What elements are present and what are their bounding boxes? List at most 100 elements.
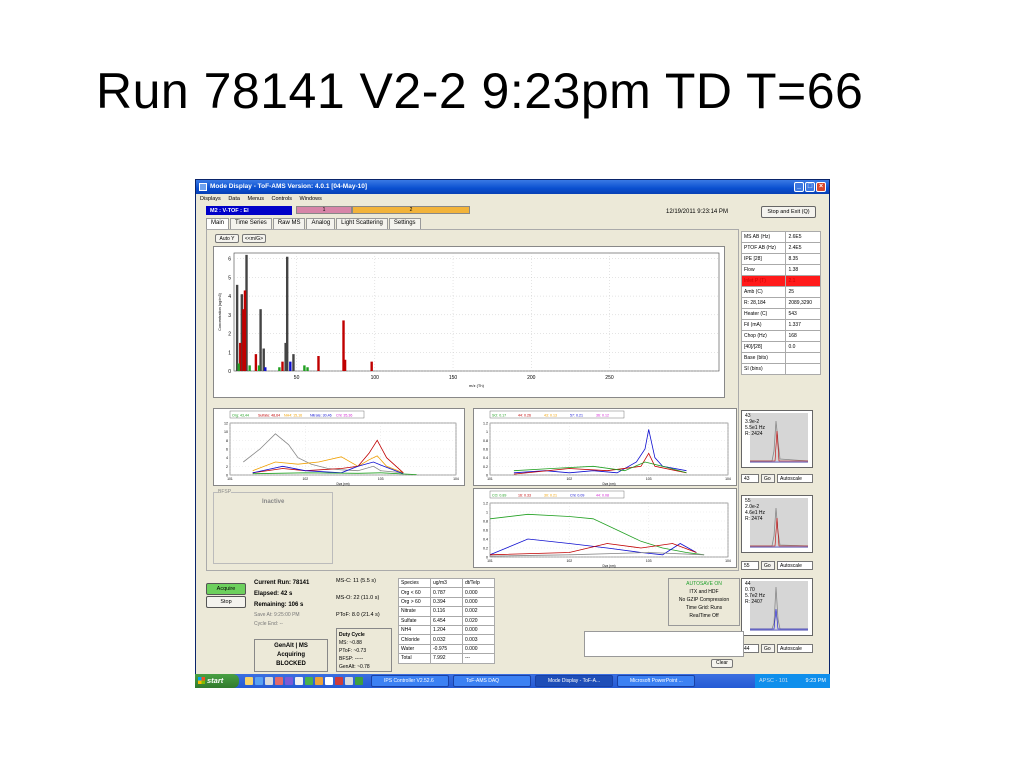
y-tick-label: 0.2 — [483, 465, 488, 469]
app-icon-9[interactable] — [355, 677, 363, 685]
taskbar-button-daq[interactable]: ToF-AMS DAQ — [453, 675, 531, 687]
y-tick-label: 8 — [226, 439, 228, 443]
app-icon-5[interactable] — [315, 677, 323, 685]
tab-main[interactable]: Main — [206, 218, 230, 229]
autosave-title: AUTOSAVE ON — [686, 581, 722, 587]
species-cell: 0.020 — [462, 615, 495, 626]
status-row: SI (bins) — [740, 363, 821, 375]
x-tick-label: 103 — [646, 477, 652, 481]
status-key: SI (bins) — [740, 363, 787, 375]
window-titlebar[interactable]: Mode Display - ToF-AMS Version: 4.0.1 [0… — [196, 180, 829, 194]
ms-o-time: MS-O: 22 (11.0 s) — [336, 595, 380, 601]
legend-entry: CO: 0.89 — [492, 493, 506, 497]
acquire-button[interactable]: Acquire — [206, 583, 246, 595]
window-title: Mode Display - ToF-AMS Version: 4.0.1 [0… — [210, 183, 367, 190]
menu-windows[interactable]: Windows — [300, 196, 322, 202]
auto-y-button[interactable]: Auto Y — [215, 234, 239, 243]
bar — [259, 309, 262, 371]
bfsp-panel: BFSP Inactive — [213, 489, 333, 564]
duty-ptof: PToF: ~0.73 — [339, 648, 367, 654]
start-button[interactable]: start — [195, 674, 239, 688]
legend-entry: 43: 0.13 — [544, 413, 557, 417]
maximize-button[interactable]: □ — [805, 182, 815, 192]
legend-entry: 44: 0.08 — [596, 493, 609, 497]
species-cell: 0.000 — [462, 587, 495, 598]
species-row: Chloride 0.032 0.003 — [398, 634, 495, 645]
menu-displays[interactable]: Displays — [200, 196, 221, 202]
mz-spectrum-panel-1: 43 3.9e-2 5.5e1 Hz R: 2424 — [741, 410, 813, 468]
legend-entry: 44: 0.26 — [518, 413, 531, 417]
app-icon-2[interactable] — [285, 677, 293, 685]
autoscale-1[interactable]: Autoscale — [777, 474, 813, 483]
mz-nav-button[interactable]: <<m/G> — [242, 234, 266, 243]
clear-button[interactable]: Clear — [711, 659, 733, 668]
bar — [254, 354, 258, 371]
taskbar-button-powerpoint[interactable]: Microsoft PowerPoint ... — [617, 675, 695, 687]
ms-chart: 0 1 2 3 4 5 6 50 100 150 200 250 m/z (Th) Concentrati… — [213, 246, 725, 398]
ie-icon[interactable] — [255, 677, 263, 685]
mz-label-1: 43 3.9e-2 5.5e1 Hz R: 2424 — [745, 413, 766, 437]
bar — [257, 365, 261, 371]
folder-icon[interactable] — [245, 677, 253, 685]
bottom-status-area: Acquire Stop Current Run: 78141 Elapsed:… — [206, 573, 816, 673]
close-button[interactable]: × — [816, 182, 826, 192]
species-cell: Chloride — [398, 634, 431, 645]
status-value: 2089,3290 — [785, 297, 821, 309]
status-key: Flow — [740, 264, 787, 276]
taskbar-button-mode-display[interactable]: Mode Display - ToF-A... — [535, 675, 613, 687]
species-cell: Org < 60 — [398, 587, 431, 598]
ptof-mz-chart-2: CO: 0.89 16: 0.33 30: 0.21 Chl: 0.09 44: 0.0… — [473, 488, 737, 568]
menu-menus[interactable]: Menus — [247, 196, 264, 202]
app-icon-6[interactable] — [325, 677, 333, 685]
status-value: 168 — [785, 330, 821, 342]
status-row: Fil (mA) 1.337 — [740, 319, 821, 331]
y-tick-label: 1.2 — [483, 502, 488, 506]
species-cell: 0.787 — [430, 587, 463, 598]
app-icon-1[interactable] — [275, 677, 283, 685]
tab-raw-ms[interactable]: Raw MS — [272, 218, 306, 229]
status-value: 0.0 — [785, 341, 821, 353]
app-icon-4[interactable] — [305, 677, 313, 685]
desktop-icon[interactable] — [265, 677, 273, 685]
tab-light-scattering[interactable]: Light Scattering — [336, 218, 388, 229]
status-key: Fil (mA) — [740, 319, 787, 331]
app-icon-8[interactable] — [345, 677, 353, 685]
app-icon-3[interactable] — [295, 677, 303, 685]
autoscale-2[interactable]: Autoscale — [777, 561, 813, 570]
stop-button[interactable]: Stop — [206, 596, 246, 608]
status-key: Inlet P (T) — [740, 275, 787, 287]
species-cell: Nitrate — [398, 606, 431, 617]
app-icon-7[interactable] — [335, 677, 343, 685]
status-row: MS AB (Hz) 2.6E5 — [740, 231, 821, 243]
stop-exit-button[interactable]: Stop and Exit (Q) — [761, 206, 816, 218]
mz-input-2[interactable]: 55 — [741, 561, 759, 570]
message-box — [584, 631, 744, 657]
legend-entry: Nitrate: 30,46 — [310, 413, 332, 417]
tab-time-series[interactable]: Time Series — [230, 218, 272, 229]
species-cell: Org > 60 — [398, 596, 431, 608]
menu-data[interactable]: Data — [228, 196, 240, 202]
tab-analog[interactable]: Analog — [306, 218, 336, 229]
mz-input-1[interactable]: 43 — [741, 474, 759, 483]
tab-settings[interactable]: Settings — [388, 218, 421, 229]
legend-entry: Chl: 0.09 — [570, 493, 584, 497]
y-tick-label: 6 — [228, 257, 231, 263]
ptof-mz-svg-2: CO: 0.89 16: 0.33 30: 0.21 Chl: 0.09 44: 0.0… — [483, 490, 731, 568]
y-tick-label: 3 — [228, 313, 231, 319]
species-table: Species ug/m3 dt/Telp Org < 60 0.787 0.000… — [398, 577, 495, 664]
status-row: Flow 1.38 — [740, 264, 821, 276]
taskbar-button-ips[interactable]: IPS Controller V2.52.6 — [371, 675, 449, 687]
species-cell: 0.000 — [462, 643, 495, 655]
species-cell: 0.003 — [462, 634, 495, 645]
go-button-2[interactable]: Go — [761, 561, 775, 570]
species-cell: 7.992 — [430, 653, 463, 664]
legend-entry: SO: 0.17 — [492, 413, 506, 417]
genalt-status: GenAlt | MS Acquiring BLOCKED — [254, 639, 328, 672]
legend-entry: 30: 0.21 — [544, 493, 557, 497]
minimize-button[interactable]: _ — [794, 182, 804, 192]
status-key: Base (bits) — [740, 352, 787, 364]
go-button-1[interactable]: Go — [761, 474, 775, 483]
status-key: Chop (Hz) — [740, 330, 787, 342]
menu-controls[interactable]: Controls — [272, 196, 292, 202]
genalt-line1: GenAlt | MS — [274, 643, 308, 649]
